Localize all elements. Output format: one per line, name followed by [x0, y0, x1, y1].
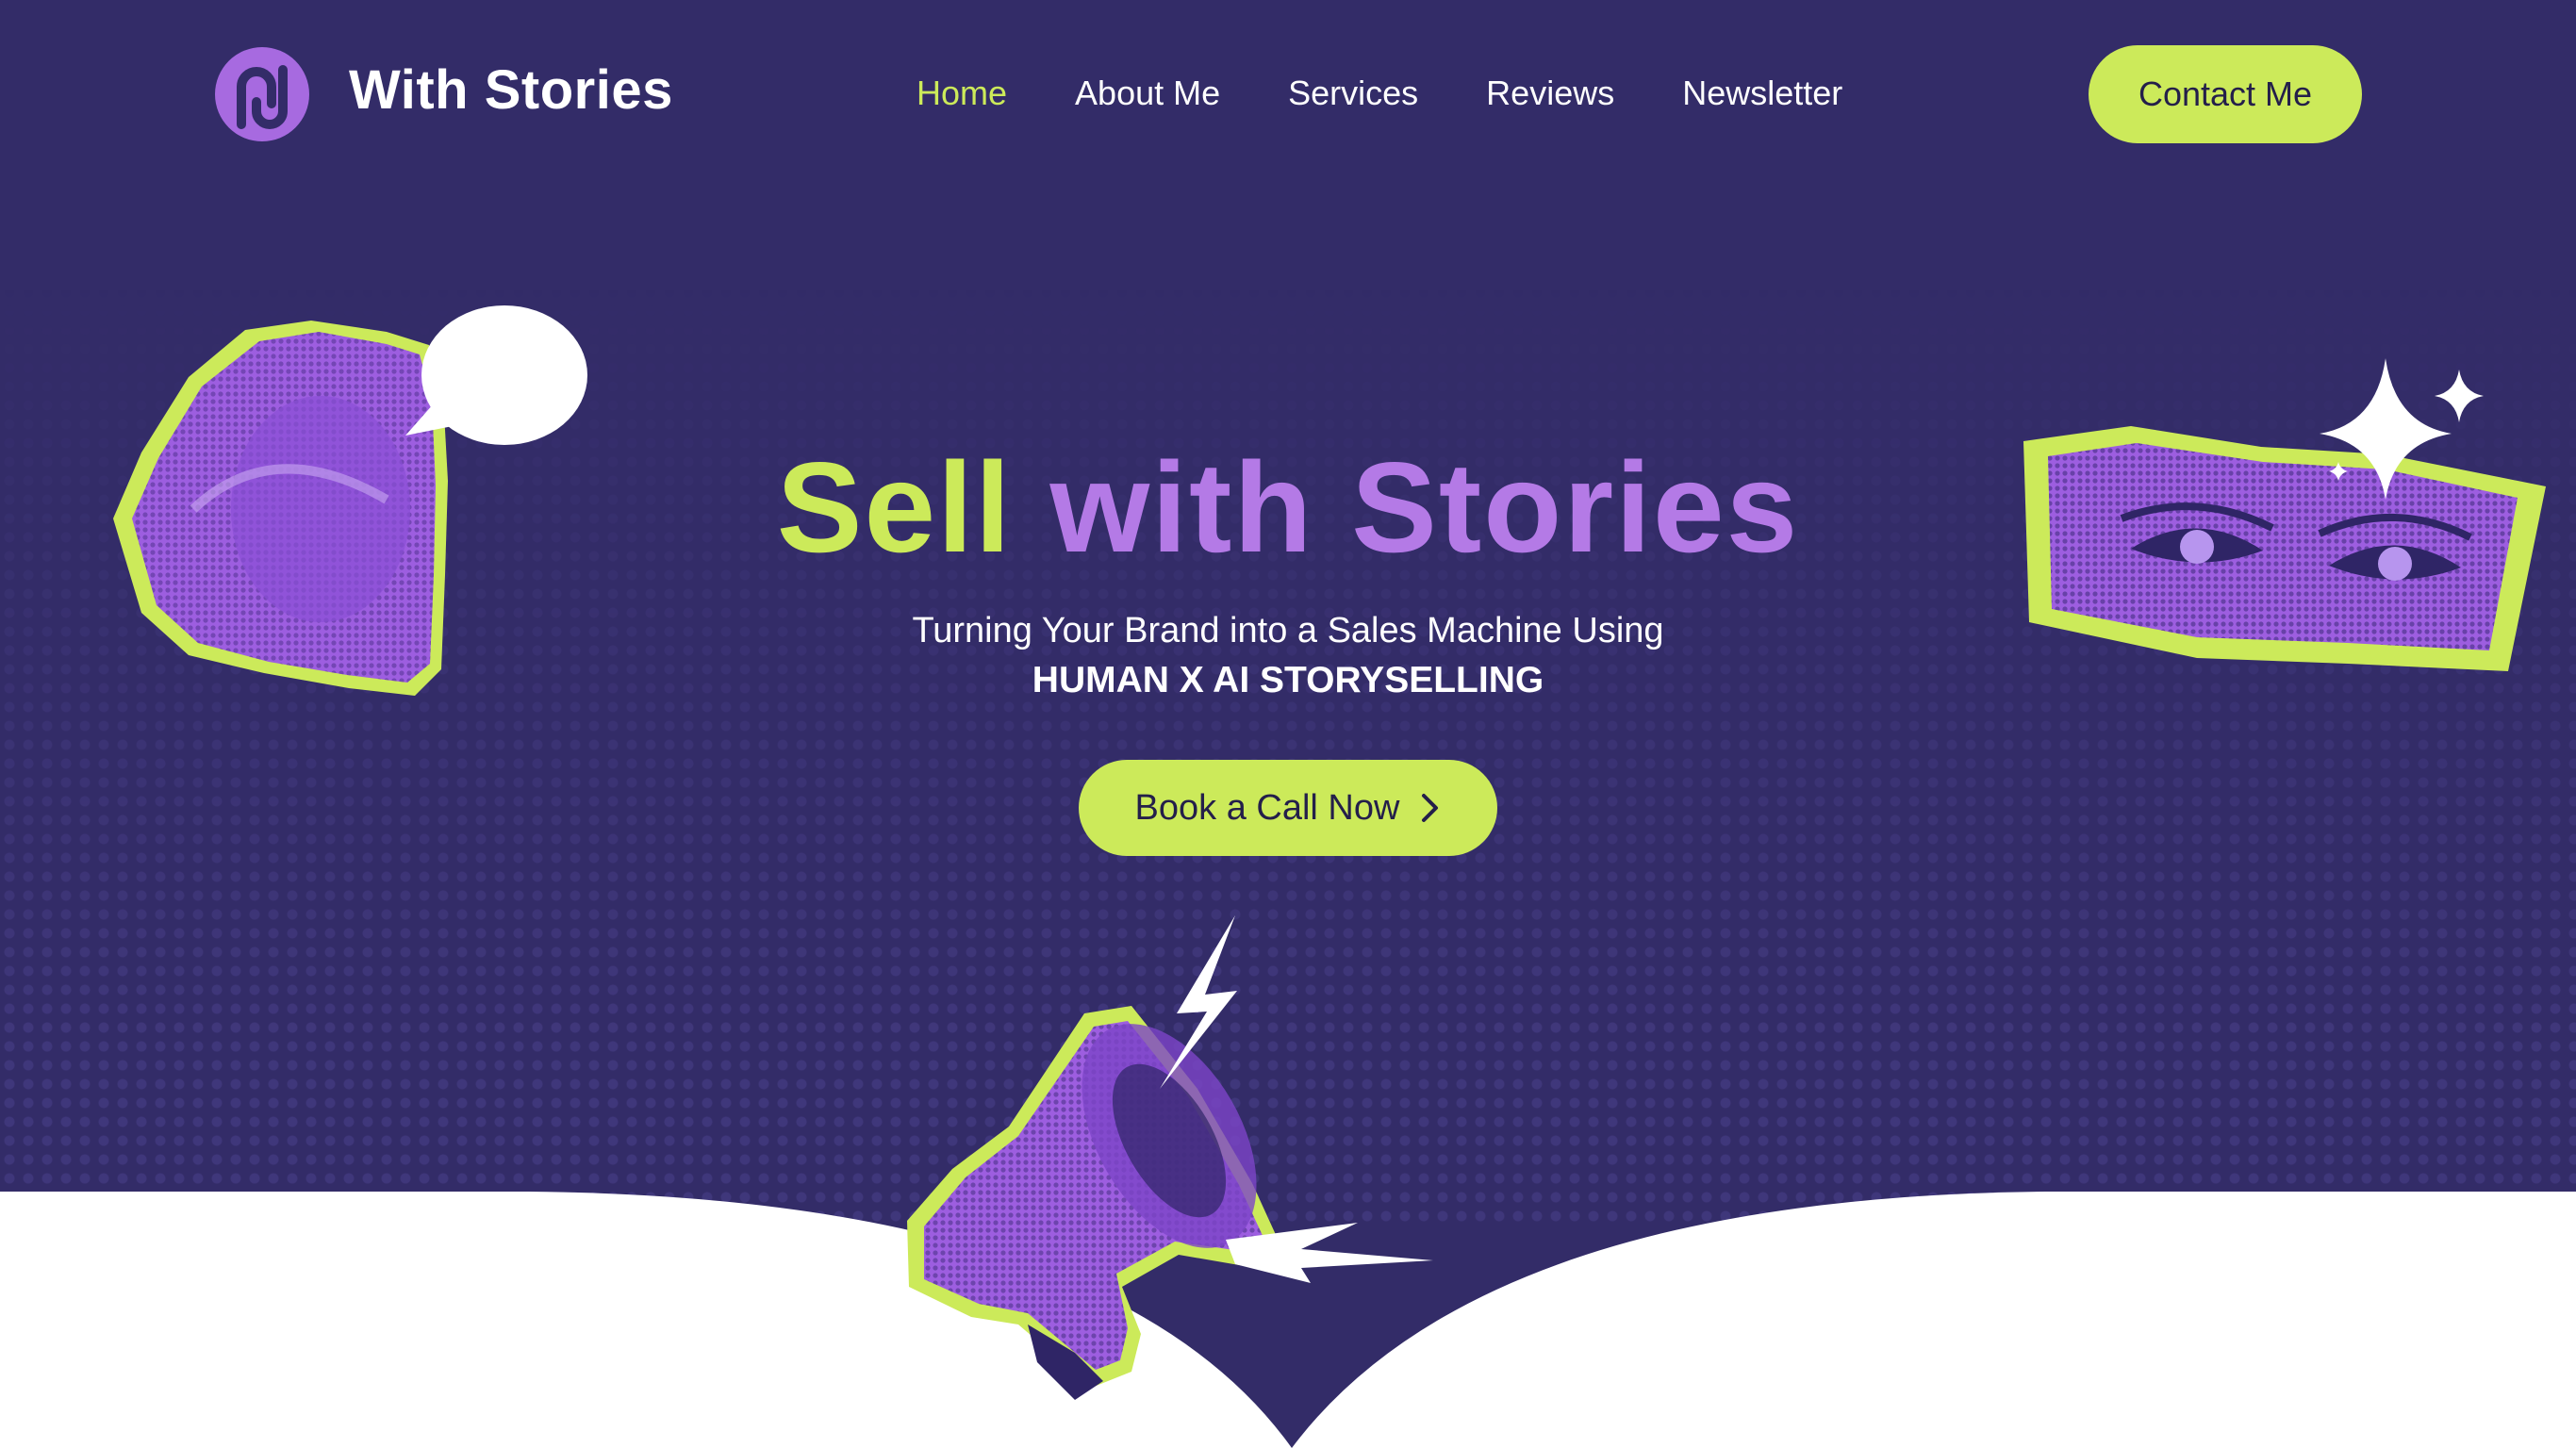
logo-icon[interactable]: [213, 45, 311, 143]
contact-me-label: Contact Me: [2138, 74, 2313, 113]
megaphone-icon: [907, 915, 1433, 1400]
top-navigation: With Stories Home About Me Services Revi…: [0, 0, 2576, 189]
hero-subtitle-emphasis: HUMAN X AI STORYSELLING: [1032, 660, 1544, 700]
headline-part-sell: Sell: [776, 436, 1013, 579]
nav-home[interactable]: Home: [916, 74, 1007, 113]
nav-services[interactable]: Services: [1288, 74, 1418, 113]
nav-newsletter[interactable]: Newsletter: [1682, 74, 1842, 113]
headline-part-with-stories: with Stories: [1049, 436, 1800, 579]
main-menu: Home About Me Services Reviews Newslette…: [916, 74, 1842, 113]
contact-me-button[interactable]: Contact Me: [2089, 45, 2362, 143]
book-a-call-label: Book a Call Now: [1134, 787, 1400, 828]
book-a-call-button[interactable]: Book a Call Now: [1079, 760, 1497, 856]
nav-about-me[interactable]: About Me: [1075, 74, 1220, 113]
brand-name[interactable]: With Stories: [349, 58, 673, 122]
hero-headline: Sell with Stories: [0, 434, 2576, 581]
hero-subtitle: Turning Your Brand into a Sales Machine …: [912, 611, 1664, 650]
chevron-right-icon: [1420, 792, 1441, 824]
nav-reviews[interactable]: Reviews: [1486, 74, 1614, 113]
